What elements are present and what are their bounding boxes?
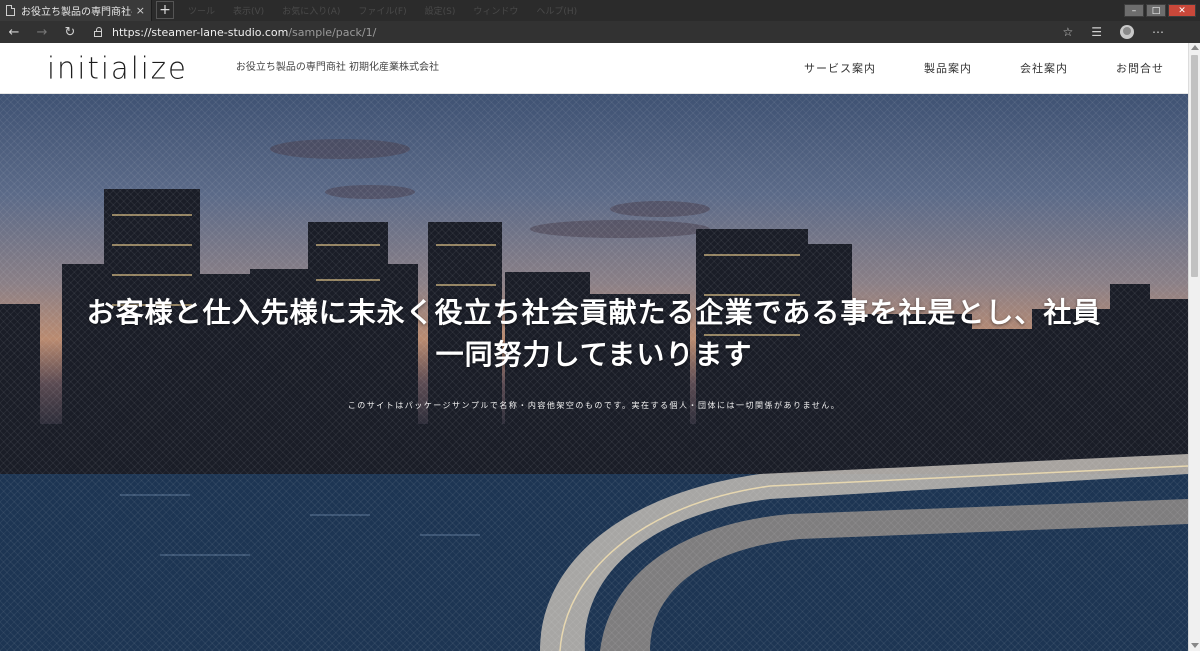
nav-company[interactable]: 会社案内 — [1020, 60, 1068, 76]
page-icon — [6, 5, 15, 16]
tab-close-icon[interactable]: × — [136, 4, 145, 17]
global-nav: サービス案内 製品案内 会社案内 お問合せ — [804, 60, 1164, 76]
refresh-icon[interactable]: ↻ — [56, 25, 84, 40]
scroll-up-arrow-icon[interactable] — [1191, 45, 1199, 50]
menu-item[interactable]: ツール — [188, 4, 215, 17]
browser-tab[interactable]: お役立ち製品の専門商社-初期化 × — [0, 0, 152, 21]
window-close-icon[interactable]: ✕ — [1168, 4, 1196, 17]
hero-section: お客様と仕入先様に末永く役立ち社会貢献たる企業である事を社是とし、社員 一同努力… — [0, 94, 1188, 651]
menu-item[interactable]: ウィンドウ — [473, 4, 518, 17]
favorite-star-icon[interactable]: ☆ — [1062, 25, 1073, 39]
tab-title: お役立ち製品の専門商社-初期化 — [21, 7, 132, 18]
menu-item[interactable]: お気に入り(A) — [282, 4, 340, 17]
hero-headline: お客様と仕入先様に末永く役立ち社会貢献たる企業である事を社是とし、社員 一同努力… — [0, 292, 1188, 376]
maximize-icon[interactable]: □ — [1146, 4, 1166, 17]
address-bar: ← → ↻ https://steamer-lane-studio.com/sa… — [0, 21, 1200, 43]
menu-item[interactable]: ファイル(F) — [358, 4, 406, 17]
menu-item[interactable]: 表示(V) — [233, 4, 264, 17]
browser-titlebar: お役立ち製品の専門商社-初期化 × + ツール 表示(V) お気に入り(A) フ… — [0, 0, 1200, 21]
site-tagline: お役立ち製品の専門商社 初期化産業株式会社 — [235, 61, 440, 73]
nav-services[interactable]: サービス案内 — [804, 60, 876, 76]
page-scrollbar[interactable] — [1188, 43, 1200, 651]
address-bar-icons: ☆ ☰ ⋯ — [1062, 25, 1200, 39]
hero-headline-line1: お客様と仕入先様に末永く役立ち社会貢献たる企業である事を社是とし、社員 — [86, 296, 1102, 329]
site-logo[interactable]: initialize — [47, 50, 188, 86]
url-host: https://steamer-lane-studio.com — [112, 25, 289, 39]
url-field[interactable]: https://steamer-lane-studio.com/sample/p… — [112, 26, 1062, 39]
menu-item[interactable]: 設定(S) — [425, 4, 456, 17]
nav-products[interactable]: 製品案内 — [924, 60, 972, 76]
hero-disclaimer: このサイトはパッケージサンプルで名称・内容他架空のものです。実在する個人・団体に… — [347, 401, 841, 410]
window-controls: – □ ✕ — [1124, 0, 1200, 21]
minimize-icon[interactable]: – — [1124, 4, 1144, 17]
forward-arrow-icon[interactable]: → — [28, 25, 56, 40]
url-path: /sample/pack/1/ — [288, 25, 377, 39]
profile-avatar-icon[interactable] — [1120, 25, 1134, 39]
lock-icon — [90, 27, 106, 37]
more-icon[interactable]: ⋯ — [1152, 25, 1164, 39]
new-tab-button[interactable]: + — [156, 1, 174, 19]
nav-contact[interactable]: お問合せ — [1116, 60, 1164, 76]
back-arrow-icon[interactable]: ← — [0, 25, 28, 40]
hero-headline-line2: 一同努力してまいります — [435, 338, 753, 371]
scroll-thumb[interactable] — [1191, 55, 1198, 277]
site-header: initialize お役立ち製品の専門商社 初期化産業株式会社 サービス案内 … — [0, 43, 1188, 94]
scroll-down-arrow-icon[interactable] — [1191, 643, 1199, 648]
favorites-list-icon[interactable]: ☰ — [1091, 25, 1102, 39]
menu-strip: ツール 表示(V) お気に入り(A) ファイル(F) 設定(S) ウィンドウ ヘ… — [178, 0, 1124, 21]
menu-item[interactable]: ヘルプ(H) — [536, 4, 577, 17]
